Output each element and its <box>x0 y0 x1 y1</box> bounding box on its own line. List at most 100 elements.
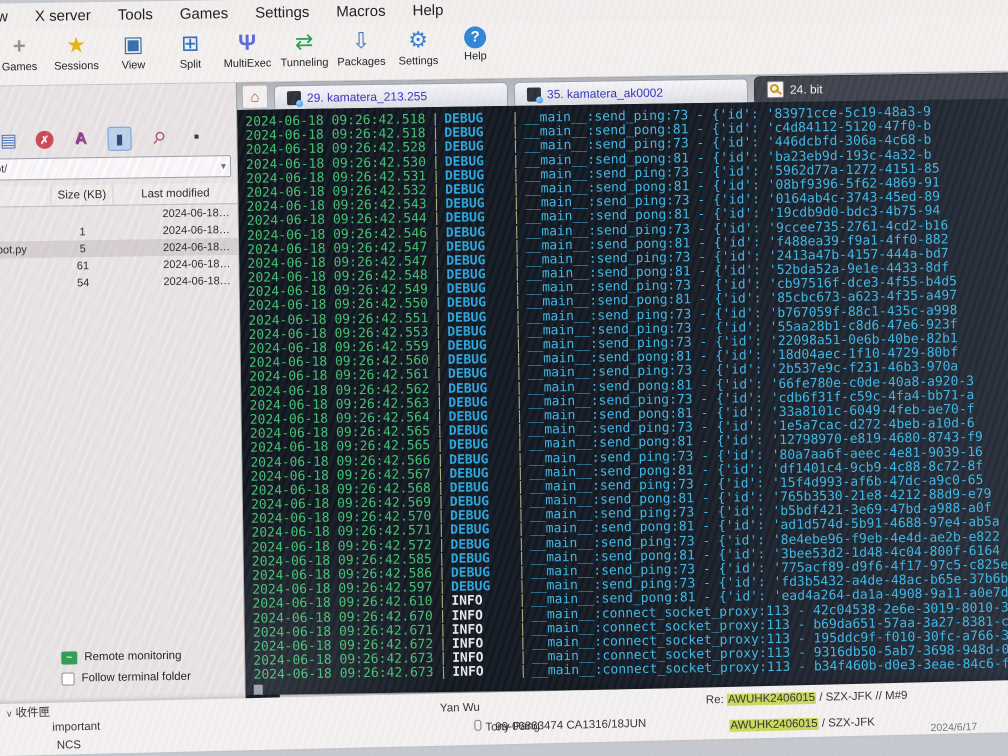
email-date: 2024/6/17 <box>930 721 977 734</box>
follow-checkbox[interactable] <box>61 672 74 685</box>
file-name <box>0 224 52 242</box>
sftp-sidebar: ▤ ✗ A ▮ ⚲ ▪ ot/ ▾ Size (KB) Last modified 202… <box>0 83 246 699</box>
sessions-star-icon: ★ <box>61 32 91 58</box>
file-modified: 2024-06-18… <box>114 272 239 291</box>
menu-item-macros[interactable]: Macros <box>336 2 385 20</box>
sidebar-bottom: ~ Remote monitoring Follow terminal fold… <box>0 645 245 691</box>
paperclip-icon <box>474 720 481 731</box>
tab-29-kamatera-213-255[interactable]: 29. kamatera_213.255 <box>274 82 508 109</box>
key-icon <box>767 81 784 98</box>
toolbar-label: Games <box>2 61 38 74</box>
highlighted-ref: AWUHK2406015 <box>729 718 818 732</box>
split-button[interactable]: ⊞ Split <box>165 26 216 71</box>
email-subject-wrap[interactable]: 99-06863474 CA1316/18JUN <box>495 718 646 734</box>
file-size: 1 <box>51 223 113 241</box>
toolbar-label: MultiExec <box>224 57 272 70</box>
email-subject[interactable]: Re: AWUHK2406015 / SZX-JFK // M#9 <box>706 690 908 707</box>
view-icon: ▣ <box>118 31 148 57</box>
packages-button[interactable]: ⇩ Packages <box>336 24 387 69</box>
key-icon[interactable]: ⚲ <box>143 123 174 154</box>
mobaxterm-window: ew X server Tools Games Settings Macros Help +… <box>0 0 1008 744</box>
file-modified: 2024-06-18… <box>114 255 239 274</box>
file-size <box>51 205 113 223</box>
chevron-down-icon[interactable]: ▾ <box>221 161 226 172</box>
help-icon: ? <box>464 26 486 48</box>
menu-item-x-server[interactable]: X server <box>35 7 91 25</box>
split-icon: ⊞ <box>175 30 205 56</box>
tab-label: 29. kamatera_213.255 <box>307 89 427 105</box>
close-x-icon[interactable]: ✗ <box>35 131 53 149</box>
tab-label: 35. kamatera_ak0002 <box>547 85 663 101</box>
home-icon: ⌂ <box>250 88 259 105</box>
tab-24-bit[interactable]: 24. bit <box>754 72 1008 102</box>
chevron-down-icon: ∨ <box>6 709 13 719</box>
settings-button[interactable]: ⚙ Settings <box>393 23 444 68</box>
terminal-pane: ⌂ 29. kamatera_213.255 35. kamatera_ak000… <box>237 71 1008 695</box>
remote-monitoring-label: Remote monitoring <box>84 650 181 663</box>
follow-label: Follow terminal folder <box>81 671 190 685</box>
file-name: _bot.py <box>0 241 52 259</box>
settings-gears-icon: ⚙ <box>403 27 433 53</box>
screen-photo: ew X server Tools Games Settings Macros Help +… <box>0 0 1008 756</box>
folder-important[interactable]: important <box>52 721 100 734</box>
toolbar-label: View <box>122 59 146 71</box>
sidebar-toolbar: ▤ ✗ A ▮ ⚲ ▪ <box>0 83 237 157</box>
terminal-cursor <box>254 684 263 695</box>
path-combobox[interactable]: ot/ ▾ <box>0 155 231 181</box>
path-value: ot/ <box>0 163 7 175</box>
email-subject[interactable]: AWUHK2406015 / SZX-JFK <box>729 716 875 731</box>
menu-item-ew[interactable]: ew <box>0 8 8 25</box>
font-a-icon[interactable]: A <box>69 128 91 150</box>
file-name <box>0 275 52 293</box>
sessions-button[interactable]: ★ Sessions <box>51 28 102 73</box>
packages-icon: ⇩ <box>346 28 376 54</box>
toolbar-label: Split <box>180 58 202 70</box>
email-sender[interactable]: Yan Wu <box>440 702 480 715</box>
file-modified: 2024-06-18… <box>114 238 239 257</box>
file-size: 61 <box>52 257 114 275</box>
file-row[interactable]: 542024-06-18… <box>0 272 239 293</box>
file-name <box>0 258 52 276</box>
column-select-icon[interactable]: ▮ <box>107 127 131 151</box>
view-button[interactable]: ▣ View <box>108 27 159 72</box>
terminal[interactable]: 2024-06-18 09:26:42.518|DEBUG|__main__:s… <box>237 98 1008 695</box>
help-button[interactable]: ? Help <box>450 22 501 63</box>
monitor-chart-icon: ~ <box>61 651 77 664</box>
tunneling-button[interactable]: ⇄ Tunneling <box>279 25 330 70</box>
tunneling-icon: ⇄ <box>289 29 319 55</box>
menu-item-help[interactable]: Help <box>412 1 443 18</box>
main-area: ▤ ✗ A ▮ ⚲ ▪ ot/ ▾ Size (KB) Last modified 202… <box>0 70 1008 698</box>
doc-icon[interactable]: ▤ <box>0 129 20 151</box>
multiexec-icon: Ψ <box>232 30 262 56</box>
file-modified: 2024-06-18… <box>113 221 238 240</box>
session-icon <box>287 91 301 105</box>
file-name <box>0 206 51 224</box>
follow-terminal-folder[interactable]: Follow terminal folder <box>0 665 245 691</box>
folder-dark-icon[interactable]: ▪ <box>185 126 207 148</box>
highlighted-ref: AWUHK2406015 <box>727 692 816 706</box>
session-icon <box>527 87 541 101</box>
toolbar-label: Sessions <box>54 60 99 73</box>
toolbar-label: Help <box>464 50 487 62</box>
multiexec-button[interactable]: ΨMultiExec <box>222 25 273 70</box>
menu-item-settings[interactable]: Settings <box>255 3 309 21</box>
games-button[interactable]: + Games <box>0 29 45 74</box>
tab-35-kamatera-ak0002[interactable]: 35. kamatera_ak0002 <box>514 78 748 105</box>
folder-ncs[interactable]: NCS <box>57 739 82 752</box>
inbox-folder[interactable]: ∨收件匣 <box>6 704 50 721</box>
file-size: 5 <box>52 240 114 258</box>
toolbar-label: Tunneling <box>280 57 328 70</box>
file-size: 54 <box>52 274 114 292</box>
file-table: Size (KB) Last modified 2024-06-18…12024… <box>0 183 239 293</box>
col-modified: Last modified <box>113 183 238 205</box>
toolbar-label: Packages <box>337 56 385 69</box>
home-tab-button[interactable]: ⌂ <box>242 85 268 109</box>
gamepad-icon: + <box>4 33 34 59</box>
menu-item-tools[interactable]: Tools <box>118 6 153 24</box>
tab-label: 24. bit <box>790 82 823 96</box>
file-modified: 2024-06-18… <box>113 203 238 222</box>
menu-item-games[interactable]: Games <box>180 5 229 23</box>
col-size: Size (KB) <box>51 185 113 206</box>
col-name <box>0 186 51 207</box>
toolbar-label: Settings <box>399 55 439 68</box>
